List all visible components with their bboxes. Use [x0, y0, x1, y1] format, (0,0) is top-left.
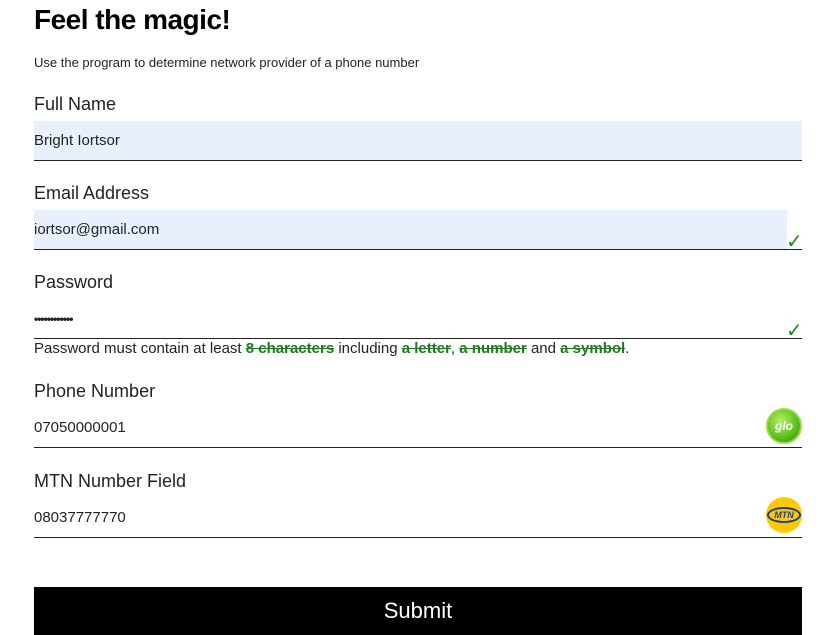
hint-req-symbol: a symbol [560, 340, 626, 357]
phone-field [34, 408, 802, 448]
page-subtitle: Use the program to determine network pro… [34, 55, 420, 70]
full-name-label: Full Name [34, 94, 117, 114]
submit-button[interactable]: Submit [34, 587, 802, 635]
email-label: Email Address [34, 183, 150, 203]
password-label: Password [34, 272, 114, 292]
phone-label: Phone Number [34, 381, 156, 401]
hint-req-number: a number [459, 340, 527, 357]
hint-req-length: 8 characters [245, 340, 335, 357]
full-name-input[interactable] [34, 121, 802, 160]
password-requirements-hint: Password must contain at least 8 charact… [34, 340, 629, 357]
mtn-number-field [34, 498, 802, 538]
hint-suffix: . [625, 340, 630, 357]
mtn-logo-icon: MTN [766, 497, 802, 533]
password-input[interactable] [34, 299, 802, 338]
page-title: Feel the magic! [34, 4, 231, 35]
glo-logo-icon: glo [766, 408, 802, 444]
mtn-number-input[interactable] [34, 498, 754, 537]
hint-req-letter: a letter [401, 340, 451, 357]
email-field [34, 210, 802, 250]
glo-logo-text: glo [775, 419, 793, 433]
phone-input[interactable] [34, 408, 754, 447]
mtn-logo-text: MTN [767, 507, 801, 523]
hint-mid2: and [526, 340, 561, 357]
hint-sep: , [450, 340, 460, 357]
hint-mid1: including [334, 340, 402, 357]
hint-prefix: Password must contain at least [34, 340, 246, 357]
email-valid-check-icon: ✓ [786, 231, 803, 253]
full-name-field [34, 121, 802, 161]
email-input[interactable] [34, 210, 787, 249]
mtn-number-label: MTN Number Field [34, 471, 187, 491]
password-valid-check-icon: ✓ [786, 320, 803, 342]
password-field [34, 299, 802, 339]
